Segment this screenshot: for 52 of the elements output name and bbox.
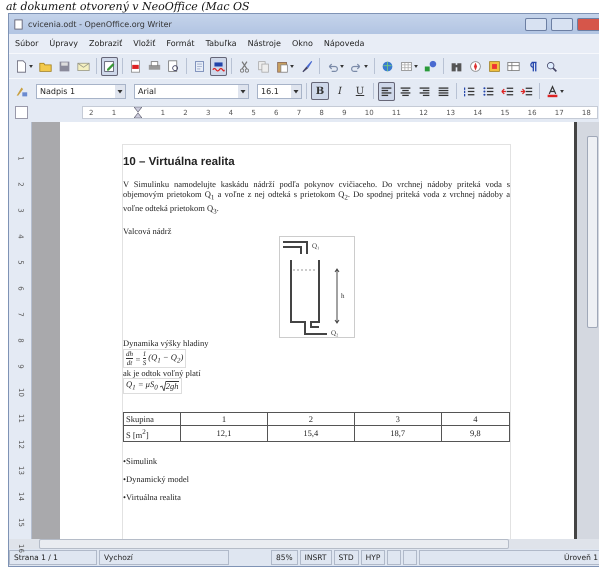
table-cell: 3	[354, 412, 442, 426]
align-left-icon[interactable]	[378, 82, 395, 100]
minimize-button[interactable]	[525, 18, 547, 30]
radical-sign-icon	[160, 381, 166, 392]
menu-item[interactable]: Súbor	[15, 39, 38, 48]
maximize-button[interactable]	[551, 18, 573, 30]
status-field	[387, 550, 402, 565]
table-cell: 18,7	[354, 426, 442, 442]
menu-item[interactable]: Tabuľka	[206, 39, 237, 48]
menu-item[interactable]: Nástroje	[248, 39, 281, 48]
underline-button[interactable]: U	[351, 82, 369, 100]
window-title: cvicenia.odt - OpenOffice.org Writer	[28, 20, 173, 28]
menu-item[interactable]: Nápoveda	[324, 39, 364, 48]
table-cell: 9,8	[441, 426, 510, 442]
bullet-item: •Virtuálna realita	[123, 492, 182, 502]
bullet-item: •Simulink	[123, 456, 158, 466]
document-icon	[13, 18, 24, 30]
caption-text: at dokument otvorený v NeoOffice (Mac OS	[6, 0, 250, 13]
indent-marker-icon[interactable]	[134, 107, 142, 118]
equation-term: (Q$_{1}$ − Q$_{2}$)	[148, 352, 184, 366]
bullet-item: •Dynamický model	[123, 474, 190, 484]
menu-item[interactable]: Okno	[292, 39, 313, 48]
text-line: Dynamika výšky hladiny	[123, 338, 210, 348]
menu-item[interactable]: Formát	[166, 39, 195, 48]
text-line: Valcová nádrž	[123, 226, 172, 236]
menu-item[interactable]: Vložiť	[133, 39, 156, 48]
abc-wavy-icon[interactable]	[210, 56, 227, 76]
equation-term: 2gh	[166, 381, 178, 392]
table-cell: Skupina	[124, 412, 180, 426]
paragraph-style-field[interactable]: Nadpis 1	[36, 84, 126, 98]
vertical-scrollbar[interactable]	[577, 122, 599, 539]
font-size-field[interactable]: 16.1	[257, 84, 302, 98]
tab-stop-icon[interactable]	[15, 106, 28, 119]
table-cell: 4	[441, 412, 510, 426]
close-button[interactable]	[577, 18, 599, 30]
menu-item[interactable]: Zobraziť	[89, 39, 122, 48]
table-cell: 1	[180, 412, 268, 426]
heading: 10 – Virtuálna realita	[123, 157, 236, 167]
paragraph: V Simulinku namodelujte kaskádu nádrží podľa pokynov cvičiaceho. Do vrchnej nádoby priteká voda s objemovým prietokom Q$_{1}$ a voľne z nej odteká s prietokom Q$_{2}$. Do spodnej priteká voda z vrchnej nádoby a voľne odteká prietokom Q$_{3}$.	[123, 179, 510, 216]
table-cell: 2	[267, 412, 354, 426]
table-cell: 15,4	[267, 426, 354, 442]
menu-item[interactable]: Úpravy	[49, 39, 78, 48]
table-cell: 12,1	[180, 426, 268, 442]
font-name-field[interactable]: Arial	[134, 84, 249, 98]
equals-sign: =	[135, 354, 141, 364]
pencil-document-icon[interactable]	[101, 56, 118, 76]
table-cell: S [m$^{2}$]	[124, 426, 180, 442]
text-line: ak je odtok voľný platí	[123, 368, 202, 378]
status-field	[403, 550, 418, 565]
italic-button[interactable]: I	[331, 82, 349, 100]
equation-term: Q$_{1}$ = μS$_{0}$	[126, 379, 158, 394]
bold-button[interactable]: B	[311, 82, 329, 100]
